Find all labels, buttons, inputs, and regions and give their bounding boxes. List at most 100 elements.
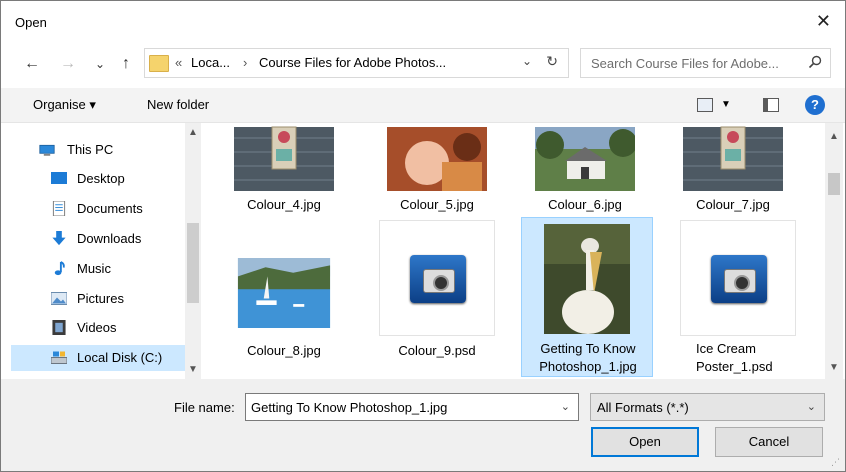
sidebar-item-pictures[interactable]: Pictures	[11, 286, 185, 312]
photoshop-file-icon	[711, 255, 767, 303]
help-icon[interactable]: ?	[805, 95, 825, 115]
scroll-down-icon[interactable]: ▼	[829, 362, 839, 373]
title-bar: Open ✕	[1, 1, 845, 45]
file-tile[interactable]: Colour_5.jpg	[376, 123, 498, 212]
address-bar[interactable]: « Loca... › Course Files for Adobe Photo…	[144, 48, 569, 78]
file-grid: Colour_4.jpg Colour_5.jpg Colour_6.jpg C…	[211, 123, 825, 379]
sidebar-item-documents[interactable]: Documents	[11, 196, 185, 222]
change-view-icon[interactable]	[697, 98, 713, 112]
magnifier-icon[interactable]	[808, 55, 822, 69]
breadcrumb-separator: ›	[243, 55, 248, 70]
file-name: Colour_4.jpg	[247, 197, 321, 212]
close-icon[interactable]: ✕	[816, 11, 831, 31]
command-toolbar: Organise ▾ New folder ▼ ?	[1, 88, 845, 123]
psd-thumbnail	[680, 220, 796, 336]
file-tile-selected[interactable]: Getting To Know Photoshop_1.jpg	[521, 217, 653, 377]
chevron-down-icon[interactable]: ⌄	[807, 400, 816, 413]
file-tile[interactable]: Colour_9.psd	[376, 217, 498, 377]
file-name-line1: Getting To Know	[540, 341, 636, 356]
sidebar-item-label: Music	[77, 261, 111, 276]
file-tile[interactable]: Colour_4.jpg	[223, 123, 345, 212]
camera-icon	[724, 269, 756, 293]
sidebar-item-this-pc[interactable]: This PC	[11, 137, 185, 163]
downloads-icon	[52, 231, 66, 246]
recent-locations-icon[interactable]: ⌄	[89, 53, 111, 75]
organise-menu[interactable]: Organise ▾	[33, 97, 96, 113]
search-placeholder: Search Course Files for Adobe...	[591, 56, 779, 71]
sidebar-item-videos[interactable]: Videos	[11, 315, 185, 341]
photoshop-file-icon	[410, 255, 466, 303]
computer-icon	[39, 144, 55, 156]
sidebar-item-label: This PC	[67, 142, 114, 157]
back-arrow-icon[interactable]: ←	[21, 53, 43, 75]
sidebar-scroll-thumb[interactable]	[187, 223, 199, 303]
file-name-label: File name:	[174, 400, 235, 415]
sidebar-item-label: Downloads	[77, 231, 142, 246]
refresh-icon[interactable]: ↻	[546, 53, 558, 70]
sidebar-item-label: Desktop	[77, 171, 125, 186]
forward-arrow-icon[interactable]: →	[57, 53, 79, 75]
chevron-down-icon[interactable]: ⌄	[561, 400, 570, 413]
sidebar-item-label: Videos	[77, 320, 117, 335]
file-tile[interactable]: Colour_7.jpg	[672, 123, 794, 212]
scroll-up-icon[interactable]: ▲	[188, 127, 198, 138]
image-thumbnail	[535, 127, 635, 191]
pictures-icon	[51, 292, 67, 305]
file-tile[interactable]: Ice Cream Poster_1.psd	[677, 217, 799, 377]
new-folder-button[interactable]: New folder	[147, 97, 209, 112]
sidebar-item-label: Pictures	[77, 291, 124, 306]
view-options-chevron-icon[interactable]: ▼	[721, 99, 731, 110]
file-name-line2: Photoshop_1.jpg	[539, 359, 637, 374]
breadcrumb-current-folder[interactable]: Course Files for Adobe Photos...	[259, 55, 446, 70]
file-tile[interactable]: Colour_8.jpg	[223, 217, 345, 377]
image-thumbnail	[387, 127, 487, 191]
image-thumbnail	[683, 126, 783, 191]
sidebar-item-local-disk[interactable]: Local Disk (C:)	[11, 345, 185, 371]
file-name-value: Getting To Know Photoshop_1.jpg	[251, 400, 448, 415]
sidebar-item-label: Documents	[77, 201, 143, 216]
scroll-up-icon[interactable]: ▲	[829, 131, 839, 142]
resize-grip-icon[interactable]: ⋰	[831, 457, 841, 467]
disk-icon	[51, 351, 67, 364]
sidebar-item-desktop[interactable]: Desktop	[11, 166, 185, 192]
file-name-line1: Ice Cream	[696, 341, 756, 356]
file-name-line2: Poster_1.psd	[696, 359, 773, 374]
folder-icon	[149, 55, 169, 72]
file-grid-scrollbar[interactable]: ▲ ▼	[825, 123, 843, 379]
videos-icon	[52, 320, 66, 335]
file-tile[interactable]: Colour_6.jpg	[524, 123, 646, 212]
music-icon	[54, 261, 65, 276]
file-name: Colour_5.jpg	[400, 197, 474, 212]
file-grid-scroll-thumb[interactable]	[828, 173, 840, 195]
psd-thumbnail	[379, 220, 495, 336]
search-box[interactable]: Search Course Files for Adobe...	[580, 48, 831, 78]
file-type-select[interactable]: All Formats (*.*) ⌄	[590, 393, 825, 421]
address-dropdown-icon[interactable]: ⌄	[522, 54, 532, 68]
file-type-value: All Formats (*.*)	[597, 400, 689, 415]
cancel-button[interactable]: Cancel	[715, 427, 823, 457]
image-thumbnail	[237, 258, 331, 328]
desktop-icon	[51, 172, 67, 184]
image-thumbnail	[544, 224, 630, 334]
sidebar-item-label: Local Disk (C:)	[77, 350, 163, 365]
dialog-title: Open	[15, 15, 47, 30]
dialog-footer: File name: Getting To Know Photoshop_1.j…	[1, 379, 845, 471]
open-button[interactable]: Open	[591, 427, 699, 457]
up-arrow-icon[interactable]: ↑	[115, 53, 137, 75]
open-dialog: Open ✕ ← → ⌄ ↑ « Loca... › Course Files …	[0, 0, 846, 472]
sidebar-item-music[interactable]: Music	[11, 256, 185, 282]
documents-icon	[52, 201, 66, 216]
camera-icon	[423, 269, 455, 293]
image-thumbnail	[234, 126, 334, 191]
file-name: Colour_6.jpg	[548, 197, 622, 212]
file-name-input[interactable]: Getting To Know Photoshop_1.jpg ⌄	[245, 393, 579, 421]
breadcrumb-overflow[interactable]: «	[175, 55, 182, 70]
sidebar-item-downloads[interactable]: Downloads	[11, 226, 185, 252]
file-name: Colour_7.jpg	[696, 197, 770, 212]
scroll-down-icon[interactable]: ▼	[188, 364, 198, 375]
sidebar-scrollbar[interactable]: ▲ ▼	[185, 123, 201, 379]
navigation-pane: This PC Desktop Documents Downloads Musi…	[11, 123, 203, 379]
breadcrumb-location[interactable]: Loca...	[191, 55, 230, 70]
file-name: Colour_9.psd	[398, 343, 476, 358]
preview-pane-icon[interactable]	[763, 98, 779, 112]
